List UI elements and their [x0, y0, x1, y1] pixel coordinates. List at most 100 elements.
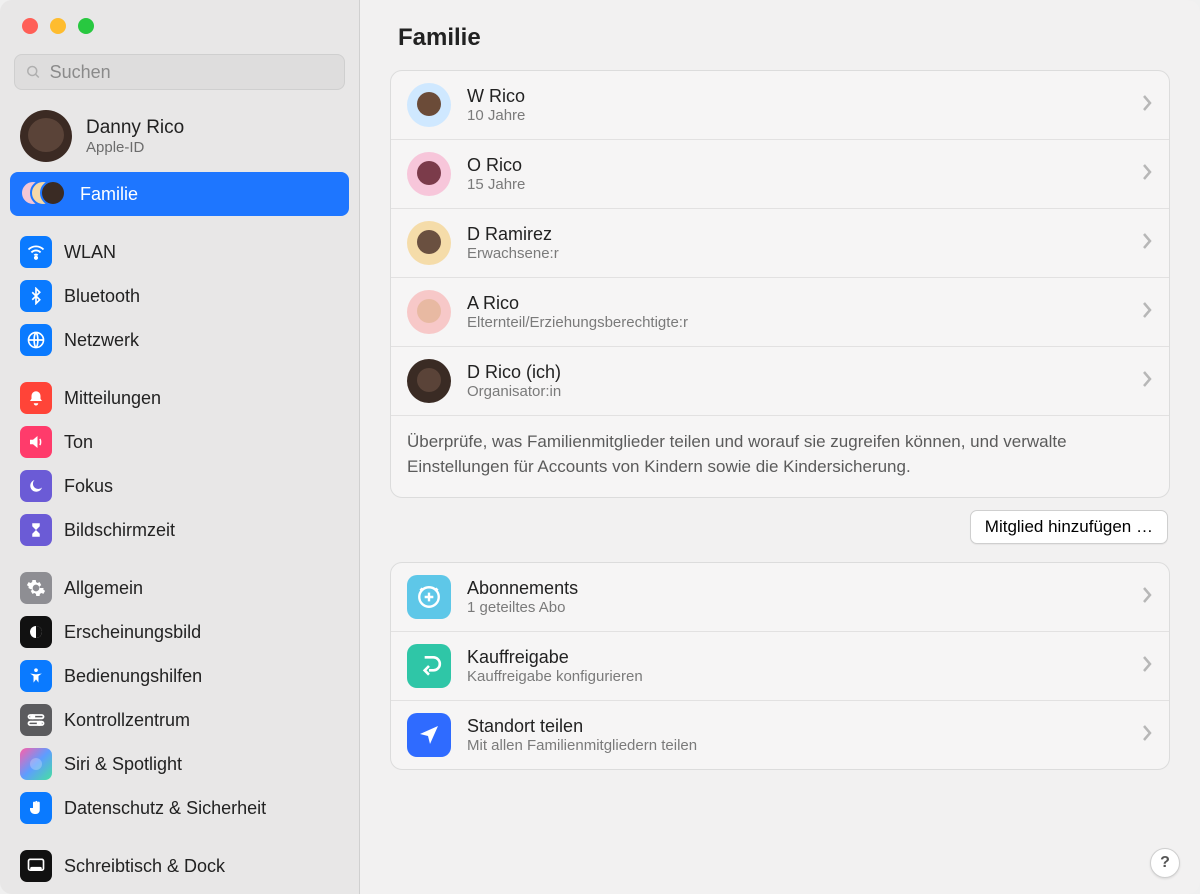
account-sublabel: Apple-ID — [86, 139, 184, 156]
sidebar-item-label: Netzwerk — [64, 330, 139, 351]
sidebar-item-control-center[interactable]: Kontrollzentrum — [10, 698, 349, 742]
sidebar-item-network[interactable]: Netzwerk — [10, 318, 349, 362]
chevron-right-icon — [1141, 94, 1153, 117]
family-member-row[interactable]: A Rico Elternteil/Erziehungsberechtigte:… — [391, 278, 1169, 347]
accessibility-icon — [20, 660, 52, 692]
page-title: Familie — [390, 24, 1170, 52]
member-name: D Ramirez — [467, 224, 1125, 245]
sidebar-item-wlan[interactable]: WLAN — [10, 230, 349, 274]
dock-icon — [20, 850, 52, 882]
sidebar-item-bluetooth[interactable]: Bluetooth — [10, 274, 349, 318]
search-field[interactable] — [14, 54, 345, 90]
sidebar-item-general[interactable]: Allgemein — [10, 566, 349, 610]
member-sub: Elternteil/Erziehungsberechtigte:r — [467, 314, 1125, 331]
sidebar-item-label: Fokus — [64, 476, 113, 497]
bell-icon — [20, 382, 52, 414]
sidebar-item-siri[interactable]: Siri & Spotlight — [10, 742, 349, 786]
member-name: W Rico — [467, 86, 1125, 107]
sidebar-item-label: Bildschirmzeit — [64, 520, 175, 541]
sidebar-item-label: Bedienungshilfen — [64, 666, 202, 687]
search-input[interactable] — [50, 62, 334, 83]
sidebar-item-desktop-dock[interactable]: Schreibtisch & Dock — [10, 844, 349, 888]
sidebar-item-apple-id[interactable]: Danny Rico Apple-ID — [0, 100, 359, 172]
close-window-button[interactable] — [22, 18, 38, 34]
sidebar-item-label: Schreibtisch & Dock — [64, 856, 225, 877]
chevron-right-icon — [1141, 163, 1153, 186]
chevron-right-icon — [1141, 724, 1153, 747]
member-sub: Organisator:in — [467, 383, 1125, 400]
feature-row-subscriptions[interactable]: Abonnements 1 geteiltes Abo — [391, 563, 1169, 632]
sidebar-item-family[interactable]: Familie — [10, 172, 349, 216]
gear-icon — [20, 572, 52, 604]
bluetooth-icon — [20, 280, 52, 312]
chevron-right-icon — [1141, 655, 1153, 678]
sidebar-item-privacy[interactable]: Datenschutz & Sicherheit — [10, 786, 349, 830]
feature-sub: 1 geteiltes Abo — [467, 599, 1125, 616]
sidebar-item-label: Siri & Spotlight — [64, 754, 182, 775]
sidebar-item-appearance[interactable]: Erscheinungsbild — [10, 610, 349, 654]
window-controls — [0, 0, 359, 48]
location-icon — [407, 713, 451, 757]
feature-title: Abonnements — [467, 578, 1125, 599]
sidebar-item-screentime[interactable]: Bildschirmzeit — [10, 508, 349, 552]
feature-title: Standort teilen — [467, 716, 1125, 737]
user-avatar — [20, 110, 72, 162]
appearance-icon — [20, 616, 52, 648]
family-members-panel: W Rico 10 Jahre O Rico 15 Jahre D Ramire — [390, 70, 1170, 498]
family-features-panel: Abonnements 1 geteiltes Abo Kauffreigabe… — [390, 562, 1170, 770]
add-member-button[interactable]: Mitglied hinzufügen … — [970, 510, 1168, 544]
member-sub: Erwachsene:r — [467, 245, 1125, 262]
sliders-icon — [20, 704, 52, 736]
member-name: O Rico — [467, 155, 1125, 176]
family-avatars-icon — [20, 178, 68, 210]
wifi-icon — [20, 236, 52, 268]
search-icon — [25, 63, 42, 81]
family-member-row[interactable]: W Rico 10 Jahre — [391, 71, 1169, 140]
sidebar-item-label: Kontrollzentrum — [64, 710, 190, 731]
globe-icon — [20, 324, 52, 356]
feature-sub: Kauffreigabe konfigurieren — [467, 668, 1125, 685]
hourglass-icon — [20, 514, 52, 546]
sidebar: Danny Rico Apple-ID Familie WLAN — [0, 0, 360, 894]
member-avatar — [407, 152, 451, 196]
sidebar-item-label: Allgemein — [64, 578, 143, 599]
feature-row-purchase-sharing[interactable]: Kauffreigabe Kauffreigabe konfigurieren — [391, 632, 1169, 701]
sidebar-item-label: Familie — [80, 184, 138, 205]
hand-icon — [20, 792, 52, 824]
member-avatar — [407, 359, 451, 403]
sidebar-item-sound[interactable]: Ton — [10, 420, 349, 464]
maximize-window-button[interactable] — [78, 18, 94, 34]
main-content: Familie W Rico 10 Jahre O Rico 15 Jahre — [360, 0, 1200, 894]
siri-icon — [20, 748, 52, 780]
subscriptions-icon — [407, 575, 451, 619]
feature-title: Kauffreigabe — [467, 647, 1125, 668]
feature-row-location-sharing[interactable]: Standort teilen Mit allen Familienmitgli… — [391, 701, 1169, 769]
help-label: ? — [1160, 854, 1170, 872]
help-button[interactable]: ? — [1150, 848, 1180, 878]
minimize-window-button[interactable] — [50, 18, 66, 34]
member-avatar — [407, 83, 451, 127]
speaker-icon — [20, 426, 52, 458]
feature-sub: Mit allen Familienmitgliedern teilen — [467, 737, 1125, 754]
sidebar-item-focus[interactable]: Fokus — [10, 464, 349, 508]
account-name: Danny Rico — [86, 117, 184, 139]
member-sub: 10 Jahre — [467, 107, 1125, 124]
family-member-row[interactable]: D Ramirez Erwachsene:r — [391, 209, 1169, 278]
family-member-row[interactable]: D Rico (ich) Organisator:in — [391, 347, 1169, 416]
sidebar-item-label: Bluetooth — [64, 286, 140, 307]
sidebar-item-label: WLAN — [64, 242, 116, 263]
purchase-sharing-icon — [407, 644, 451, 688]
member-name: D Rico (ich) — [467, 362, 1125, 383]
member-avatar — [407, 221, 451, 265]
chevron-right-icon — [1141, 370, 1153, 393]
system-settings-window: Danny Rico Apple-ID Familie WLAN — [0, 0, 1200, 894]
chevron-right-icon — [1141, 586, 1153, 609]
member-name: A Rico — [467, 293, 1125, 314]
sidebar-item-label: Erscheinungsbild — [64, 622, 201, 643]
chevron-right-icon — [1141, 301, 1153, 324]
sidebar-item-notifications[interactable]: Mitteilungen — [10, 376, 349, 420]
sidebar-item-accessibility[interactable]: Bedienungshilfen — [10, 654, 349, 698]
chevron-right-icon — [1141, 232, 1153, 255]
family-member-row[interactable]: O Rico 15 Jahre — [391, 140, 1169, 209]
moon-icon — [20, 470, 52, 502]
